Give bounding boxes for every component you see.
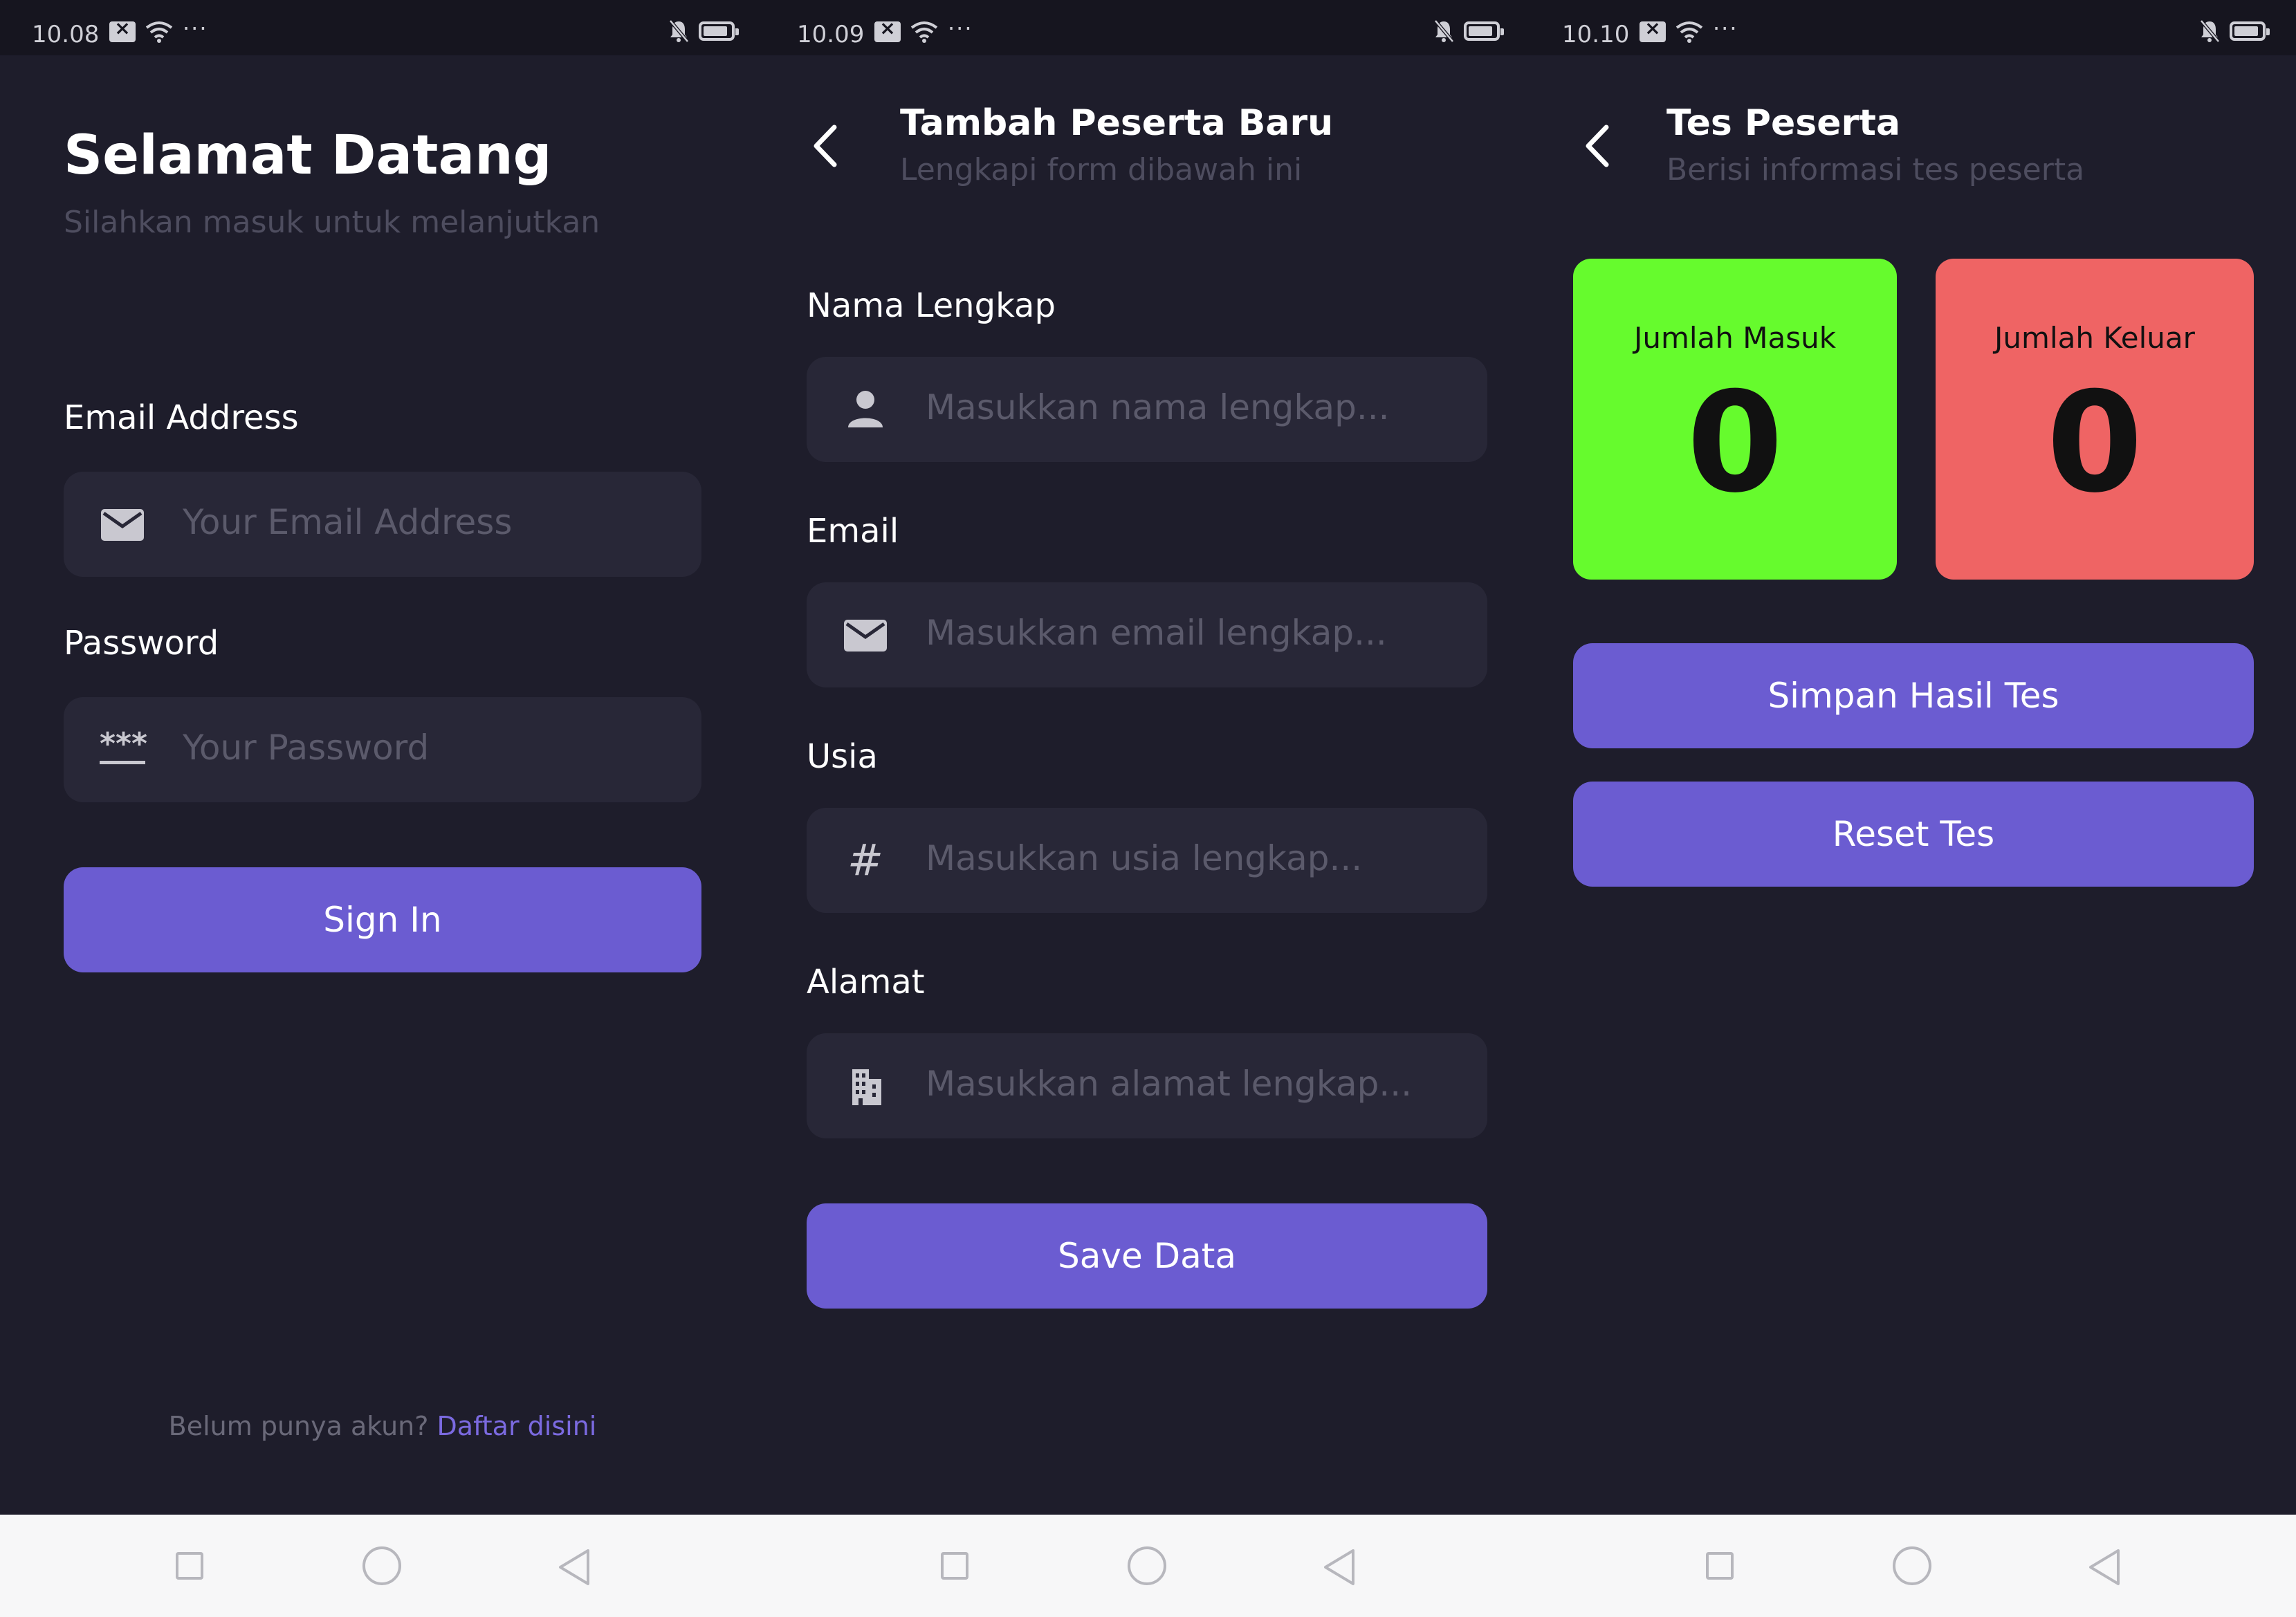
register-link[interactable]: Daftar disini: [437, 1411, 597, 1441]
mail-icon: [101, 509, 144, 541]
age-field[interactable]: # Masukkan usia lengkap...: [807, 808, 1487, 913]
email-placeholder: Masukkan email lengkap...: [926, 613, 1387, 653]
participant-test-screen: 10.10 ···: [1530, 0, 2296, 1617]
bell-off-icon: [669, 19, 689, 43]
status-right-icons: [2199, 19, 2270, 43]
recent-apps-icon[interactable]: [941, 1552, 968, 1580]
back-triangle-icon[interactable]: [2086, 1548, 2122, 1587]
back-arrow-icon[interactable]: [1579, 122, 1620, 170]
address-placeholder: Masukkan alamat lengkap...: [926, 1064, 1413, 1104]
status-left-icons: ···: [109, 15, 208, 43]
add-participant-screen: 10.09 ···: [765, 0, 1530, 1617]
entry-count-label: Jumlah Masuk: [1633, 321, 1837, 355]
status-time: 10.08: [32, 21, 100, 48]
page-subtitle: Berisi informasi tes peserta: [1666, 152, 2085, 187]
home-icon[interactable]: [1893, 1546, 1931, 1585]
password-label: Password: [64, 624, 219, 663]
email-field[interactable]: Your Email Address: [64, 472, 701, 577]
recent-apps-icon[interactable]: [176, 1552, 203, 1580]
age-placeholder: Masukkan usia lengkap...: [926, 838, 1363, 878]
notification-icon: [1640, 17, 1666, 42]
password-placeholder: Your Password: [183, 728, 430, 768]
password-field[interactable]: *** Your Password: [64, 697, 701, 802]
back-triangle-icon[interactable]: [556, 1548, 592, 1587]
exit-count-label: Jumlah Keluar: [1994, 321, 2195, 355]
register-prompt: Belum punya akun? Daftar disini: [0, 1411, 765, 1441]
full-name-field[interactable]: Masukkan nama lengkap...: [807, 357, 1487, 462]
status-left-icons: ···: [1640, 15, 1738, 43]
app-screens: 10.08 ··· Se: [0, 0, 2296, 1617]
status-bar: 10.08 ···: [0, 0, 765, 55]
full-name-placeholder: Masukkan nama lengkap...: [926, 387, 1390, 427]
more-status-icon: ···: [183, 15, 208, 41]
entry-count-card: Jumlah Masuk 0: [1573, 259, 1897, 580]
bell-off-icon: [2200, 19, 2220, 43]
full-name-label: Nama Lengkap: [807, 286, 1056, 325]
mail-icon: [844, 620, 887, 652]
email-placeholder: Your Email Address: [183, 502, 513, 542]
age-label: Usia: [807, 737, 878, 776]
password-icon-glyph: ***: [100, 726, 148, 761]
page-subtitle: Silahkan masuk untuk melanjutkan: [64, 205, 600, 240]
battery-icon: [699, 21, 739, 41]
sign-in-button[interactable]: Sign In: [64, 867, 701, 972]
home-icon[interactable]: [1128, 1546, 1166, 1585]
email-label: Email: [807, 512, 899, 551]
status-right-icons: [1433, 19, 1504, 43]
reset-test-button[interactable]: Reset Tes: [1573, 782, 2254, 887]
status-right-icons: [668, 19, 739, 43]
more-status-icon: ···: [948, 15, 973, 41]
wifi-icon: [1675, 21, 1703, 43]
status-bar: 10.09 ···: [765, 0, 1530, 55]
battery-icon: [1464, 21, 1504, 41]
more-status-icon: ···: [1713, 15, 1738, 41]
status-bar: 10.10 ···: [1530, 0, 2296, 55]
back-arrow-icon[interactable]: [807, 122, 848, 170]
page-title: Tes Peserta: [1666, 102, 1901, 144]
back-triangle-icon[interactable]: [1321, 1548, 1357, 1587]
wifi-icon: [910, 21, 938, 43]
save-test-result-button[interactable]: Simpan Hasil Tes: [1573, 643, 2254, 748]
email-label: Email Address: [64, 398, 299, 437]
notification-icon: [874, 17, 901, 42]
address-label: Alamat: [807, 963, 925, 1001]
exit-count-value: 0: [2046, 362, 2143, 524]
wifi-icon: [145, 21, 173, 43]
save-data-button[interactable]: Save Data: [807, 1203, 1487, 1309]
status-time: 10.09: [797, 21, 865, 48]
recent-apps-icon[interactable]: [1706, 1552, 1734, 1580]
notification-icon: [109, 17, 136, 42]
status-left-icons: ···: [874, 15, 973, 43]
battery-icon: [2230, 21, 2270, 41]
page-title: Tambah Peserta Baru: [900, 102, 1334, 144]
register-prompt-text: Belum punya akun?: [168, 1411, 437, 1441]
system-nav-bar: [765, 1515, 1530, 1617]
address-field[interactable]: Masukkan alamat lengkap...: [807, 1033, 1487, 1138]
page-title: Selamat Datang: [64, 124, 552, 187]
password-icon: ***: [100, 726, 148, 770]
person-icon: [848, 391, 883, 427]
exit-count-card: Jumlah Keluar 0: [1936, 259, 2254, 580]
page-subtitle: Lengkapi form dibawah ini: [900, 152, 1303, 187]
system-nav-bar: [1530, 1515, 2296, 1617]
status-time: 10.10: [1562, 21, 1630, 48]
building-icon: [852, 1069, 881, 1105]
email-field[interactable]: Masukkan email lengkap...: [807, 582, 1487, 687]
bell-off-icon: [1434, 19, 1454, 43]
hash-icon: #: [847, 835, 883, 885]
entry-count-value: 0: [1687, 362, 1783, 524]
system-nav-bar: [0, 1515, 765, 1617]
login-screen: 10.08 ··· Se: [0, 0, 765, 1617]
home-icon[interactable]: [362, 1546, 401, 1585]
